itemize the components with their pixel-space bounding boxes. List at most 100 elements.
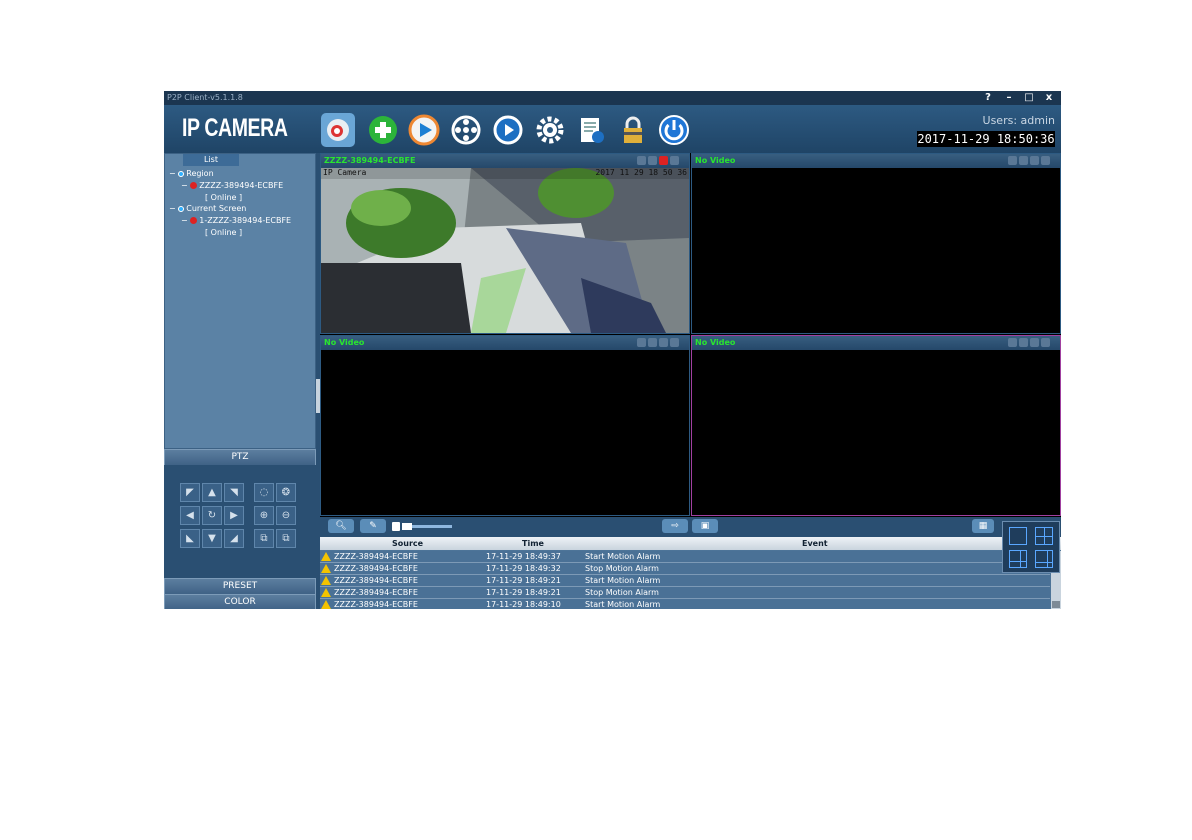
feed-overlay-timestamp: 2017 11 29 18 50 36 — [595, 168, 687, 177]
camera-icon[interactable] — [321, 113, 355, 147]
scroll-down-arrow[interactable] — [1052, 601, 1060, 608]
tree-item-current-screen[interactable]: − Current Screen — [169, 204, 246, 213]
warning-icon — [321, 588, 331, 597]
speaker-icon[interactable] — [648, 338, 657, 347]
pane-title: ZZZZ-389494-ECBFE — [321, 154, 689, 168]
fullscreen-icon[interactable] — [670, 156, 679, 165]
ptz-up-button[interactable]: ▲ — [202, 483, 222, 502]
warning-icon — [321, 600, 331, 609]
power-icon[interactable] — [657, 113, 691, 147]
table-row[interactable]: ZZZZ-389494-ECBFE 17-11-29 18:49:32 Stop… — [320, 563, 1050, 575]
tree-item-camera[interactable]: − 1-ZZZZ-389494-ECBFE — [181, 216, 291, 225]
clock-display: 2017-11-29 18:50:36 — [917, 131, 1055, 147]
column-time[interactable]: Time — [522, 539, 544, 548]
pane-title: No Video — [692, 336, 1060, 350]
device-tree: List − Region − ZZZZ-389494-ECBFE [ Onli… — [164, 153, 316, 449]
close-button[interactable]: x — [1040, 91, 1058, 105]
layout-8-icon[interactable] — [1035, 550, 1053, 568]
sidebar: List − Region − ZZZZ-389494-ECBFE [ Onli… — [164, 153, 316, 609]
video-pane-1[interactable]: ZZZZ-389494-ECBFE IP Camera 2017 11 29 1… — [320, 153, 690, 334]
ptz-icon[interactable] — [637, 156, 646, 165]
table-row[interactable]: ZZZZ-389494-ECBFE 17-11-29 18:49:10 Star… — [320, 599, 1050, 609]
fullscreen-icon[interactable] — [670, 338, 679, 347]
column-event[interactable]: Event — [802, 539, 828, 548]
tree-item-region[interactable]: − Region — [169, 169, 214, 178]
tree-item-camera[interactable]: − ZZZZ-389494-ECBFE — [181, 181, 283, 190]
warning-icon — [321, 552, 331, 561]
camera-icon — [190, 182, 198, 189]
record-icon[interactable] — [1030, 156, 1039, 165]
feed-overlay-label: IP Camera — [323, 168, 367, 177]
video-pane-3[interactable]: No Video — [320, 335, 690, 516]
table-row[interactable]: ZZZZ-389494-ECBFE 17-11-29 18:49:37 Star… — [320, 551, 1050, 563]
focus-near-icon[interactable]: ⊕ — [254, 506, 274, 525]
snapshot-icon[interactable]: ▣ — [692, 519, 718, 533]
play-icon[interactable] — [407, 113, 441, 147]
ptz-up-right-button[interactable]: ◥ — [224, 483, 244, 502]
tab-list[interactable]: List — [183, 154, 239, 166]
record-icon[interactable] — [659, 338, 668, 347]
record-icon[interactable] — [659, 156, 668, 165]
iris-close-icon[interactable]: ❂ — [276, 483, 296, 502]
iris-open-icon[interactable]: ◌ — [254, 483, 274, 502]
ptz-icon[interactable] — [1008, 156, 1017, 165]
volume-slider-thumb[interactable] — [402, 523, 412, 530]
pane-toolbar — [635, 338, 687, 348]
preset-header[interactable]: PRESET — [164, 578, 316, 595]
help-button[interactable]: ? — [979, 91, 997, 105]
column-source[interactable]: Source — [392, 539, 423, 548]
table-row[interactable]: ZZZZ-389494-ECBFE 17-11-29 18:49:21 Stop… — [320, 587, 1050, 599]
color-header[interactable]: COLOR — [164, 594, 316, 609]
log-header: Source Time Event — [320, 537, 1061, 550]
pane-title: No Video — [321, 336, 689, 350]
window-title: P2P Client-v5.1.1.8 — [167, 93, 243, 102]
ptz-up-left-button[interactable]: ◤ — [180, 483, 200, 502]
warning-icon — [321, 564, 331, 573]
layout-1-icon[interactable] — [1009, 527, 1027, 545]
app-window: P2P Client-v5.1.1.8 ? – □ x IP CAMERA Us… — [164, 91, 1061, 609]
ptz-auto-button[interactable]: ↻ — [202, 506, 222, 525]
focus-far-icon[interactable]: ⊖ — [276, 506, 296, 525]
video-pane-2[interactable]: No Video — [691, 153, 1061, 334]
layout-4-icon[interactable] — [1035, 527, 1053, 545]
search-icon[interactable]: 🔍︎ — [328, 519, 354, 533]
ptz-down-left-button[interactable]: ◣ — [180, 529, 200, 548]
log-report-icon[interactable] — [574, 113, 608, 147]
ptz-panel: ◤ ▲ ◥ ◀ ↻ ▶ ◣ ▼ ◢ ◌ ❂ ⊕ ⊖ ⧉ ⧉ — [164, 465, 316, 578]
layout-grid-icon[interactable]: ▦ — [972, 519, 994, 533]
layout-6-icon[interactable] — [1009, 550, 1027, 568]
tree-item-status: [ Online ] — [205, 193, 243, 202]
playback-icon[interactable] — [491, 113, 525, 147]
ptz-right-button[interactable]: ▶ — [224, 506, 244, 525]
maximize-button[interactable]: □ — [1020, 91, 1038, 105]
gear-icon[interactable] — [533, 113, 567, 147]
lock-icon[interactable] — [616, 113, 650, 147]
fullscreen-icon[interactable] — [1041, 338, 1050, 347]
record-icon[interactable] — [1030, 338, 1039, 347]
video-pane-4[interactable]: No Video — [691, 335, 1061, 516]
film-reel-icon[interactable] — [449, 113, 483, 147]
title-bar: P2P Client-v5.1.1.8 ? – □ x — [164, 91, 1061, 105]
ptz-left-button[interactable]: ◀ — [180, 506, 200, 525]
microphone-icon[interactable]: ✎ — [360, 519, 386, 533]
speaker-icon[interactable] — [648, 156, 657, 165]
globe-icon — [178, 170, 185, 177]
tree-item-status: [ Online ] — [205, 228, 243, 237]
ptz-icon[interactable] — [1008, 338, 1017, 347]
event-log: Source Time Event ZZZZ-389494-ECBFE 17-1… — [320, 537, 1061, 609]
fullscreen-icon[interactable] — [1041, 156, 1050, 165]
switch-stream-icon[interactable]: ⇨ — [662, 519, 688, 533]
zoom-in-icon[interactable]: ⧉ — [254, 529, 274, 548]
speaker-icon[interactable] — [1019, 338, 1028, 347]
table-row[interactable]: ZZZZ-389494-ECBFE 17-11-29 18:49:21 Star… — [320, 575, 1050, 587]
camera-icon — [190, 217, 198, 224]
ptz-icon[interactable] — [637, 338, 646, 347]
ptz-down-button[interactable]: ▼ — [202, 529, 222, 548]
speaker-icon[interactable] — [1019, 156, 1028, 165]
minimize-button[interactable]: – — [1000, 91, 1018, 105]
ptz-down-right-button[interactable]: ◢ — [224, 529, 244, 548]
ptz-header[interactable]: PTZ — [164, 449, 316, 466]
warning-icon — [321, 576, 331, 585]
add-icon[interactable] — [366, 113, 400, 147]
zoom-out-icon[interactable]: ⧉ — [276, 529, 296, 548]
